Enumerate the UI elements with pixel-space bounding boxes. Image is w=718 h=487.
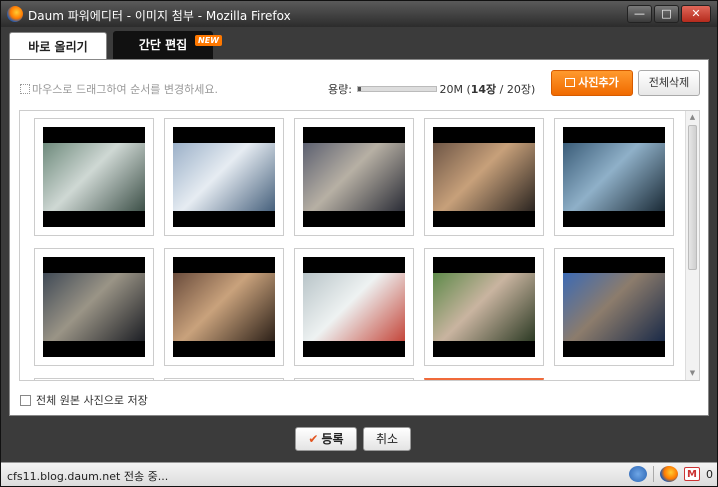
photo-thumbnail[interactable] — [34, 378, 154, 380]
register-button[interactable]: ✔ 등록 — [295, 427, 357, 451]
photo-content — [563, 143, 665, 211]
photo-content — [43, 273, 145, 341]
photo-content — [433, 143, 535, 211]
title-bar[interactable]: Daum 파워에디터 - 이미지 첨부 - Mozilla Firefox — … — [1, 1, 717, 27]
photo-content — [173, 143, 275, 211]
photo-thumbnail[interactable] — [424, 248, 544, 366]
photo-thumbnail[interactable] — [164, 378, 284, 380]
gmail-icon[interactable]: M — [684, 467, 700, 481]
scroll-up-icon[interactable]: ▲ — [688, 113, 697, 122]
capacity-value: 20M — [439, 83, 463, 96]
drag-hint-text: 마우스로 드래그하여 순서를 변경하세요. — [32, 83, 219, 96]
minimize-button[interactable]: — — [627, 5, 652, 23]
photo-count-total: 20장 — [506, 83, 532, 96]
firefox-window: Daum 파워에디터 - 이미지 첨부 - Mozilla Firefox — … — [0, 0, 718, 487]
photo-icon — [565, 78, 576, 87]
add-photo-button[interactable]: 사진추가 — [551, 70, 633, 96]
new-badge: NEW — [195, 35, 222, 46]
photo-thumbnail[interactable] — [294, 248, 414, 366]
photo-content — [563, 273, 665, 341]
delete-all-button[interactable]: 전체삭제 — [638, 70, 700, 96]
photo-content — [43, 143, 145, 211]
tab-direct-upload[interactable]: 바로 올리기 — [9, 32, 107, 60]
window-controls: — □ ✕ — [627, 5, 711, 23]
capacity-indicator: 용량: 20M (14장 / 20장) — [328, 81, 535, 97]
photo-thumbnail[interactable] — [554, 118, 674, 236]
photo-thumbnail[interactable] — [294, 378, 414, 380]
scroll-thumb[interactable] — [688, 125, 697, 270]
photo-image — [173, 257, 275, 357]
add-photo-label: 사진추가 — [578, 76, 619, 89]
photo-count-sep: / — [496, 83, 507, 96]
status-text: cfs11.blog.daum.net 전송 중... — [7, 470, 169, 483]
photo-image — [303, 127, 405, 227]
addon-icon[interactable] — [629, 466, 647, 482]
photo-image — [43, 127, 145, 227]
check-icon: ✔ — [308, 432, 319, 446]
close-button[interactable]: ✕ — [681, 5, 711, 23]
upload-panel: 마우스로 드래그하여 순서를 변경하세요. 용량: 20M (14장 / 20장… — [9, 59, 709, 416]
photo-count: (14장 / 20장) — [466, 83, 536, 96]
capacity-label: 용량: — [328, 83, 352, 96]
photo-content — [303, 273, 405, 341]
status-icons: M 0 — [629, 466, 713, 482]
photo-content — [303, 143, 405, 211]
photo-content — [173, 273, 275, 341]
photo-image — [563, 127, 665, 227]
photo-thumbnail[interactable] — [424, 378, 544, 380]
capacity-fill — [358, 87, 361, 91]
maximize-button[interactable]: □ — [654, 5, 679, 23]
window-title: Daum 파워에디터 - 이미지 첨부 - Mozilla Firefox — [28, 9, 291, 23]
photo-image — [433, 127, 535, 227]
photo-image — [43, 257, 145, 357]
photo-thumbnail[interactable] — [294, 118, 414, 236]
photo-thumbnail[interactable] — [554, 248, 674, 366]
photo-thumbnail[interactable] — [34, 118, 154, 236]
photo-thumbnail[interactable] — [34, 248, 154, 366]
thumbnail-grid[interactable]: ▲ ▼ — [19, 110, 700, 381]
photo-thumbnail[interactable] — [164, 118, 284, 236]
photo-image — [173, 127, 275, 227]
drag-hint: 마우스로 드래그하여 순서를 변경하세요. — [20, 81, 218, 97]
status-divider — [653, 466, 654, 482]
drag-icon — [20, 84, 30, 94]
photo-image — [303, 257, 405, 357]
capacity-bar — [357, 86, 438, 92]
firefox-status-icon[interactable] — [660, 466, 678, 482]
register-label: 등록 — [321, 432, 344, 446]
photo-content — [433, 273, 535, 341]
photo-thumbnail[interactable] — [164, 248, 284, 366]
status-bar: cfs11.blog.daum.net 전송 중... M 0 — [1, 462, 717, 486]
save-original-option[interactable]: 전체 원본 사진으로 저장 — [20, 392, 148, 408]
photo-image — [433, 257, 535, 357]
photo-thumbnail[interactable] — [424, 118, 544, 236]
scroll-down-icon[interactable]: ▼ — [688, 369, 697, 378]
cancel-button[interactable]: 취소 — [363, 427, 411, 451]
save-original-label: 전체 원본 사진으로 저장 — [36, 394, 148, 407]
photo-count-current: 14장 — [470, 83, 497, 96]
firefox-icon — [7, 6, 23, 22]
mail-count: 0 — [706, 467, 713, 481]
scrollbar[interactable]: ▲ ▼ — [685, 111, 699, 380]
save-original-checkbox[interactable] — [20, 395, 31, 406]
photo-image — [563, 257, 665, 357]
